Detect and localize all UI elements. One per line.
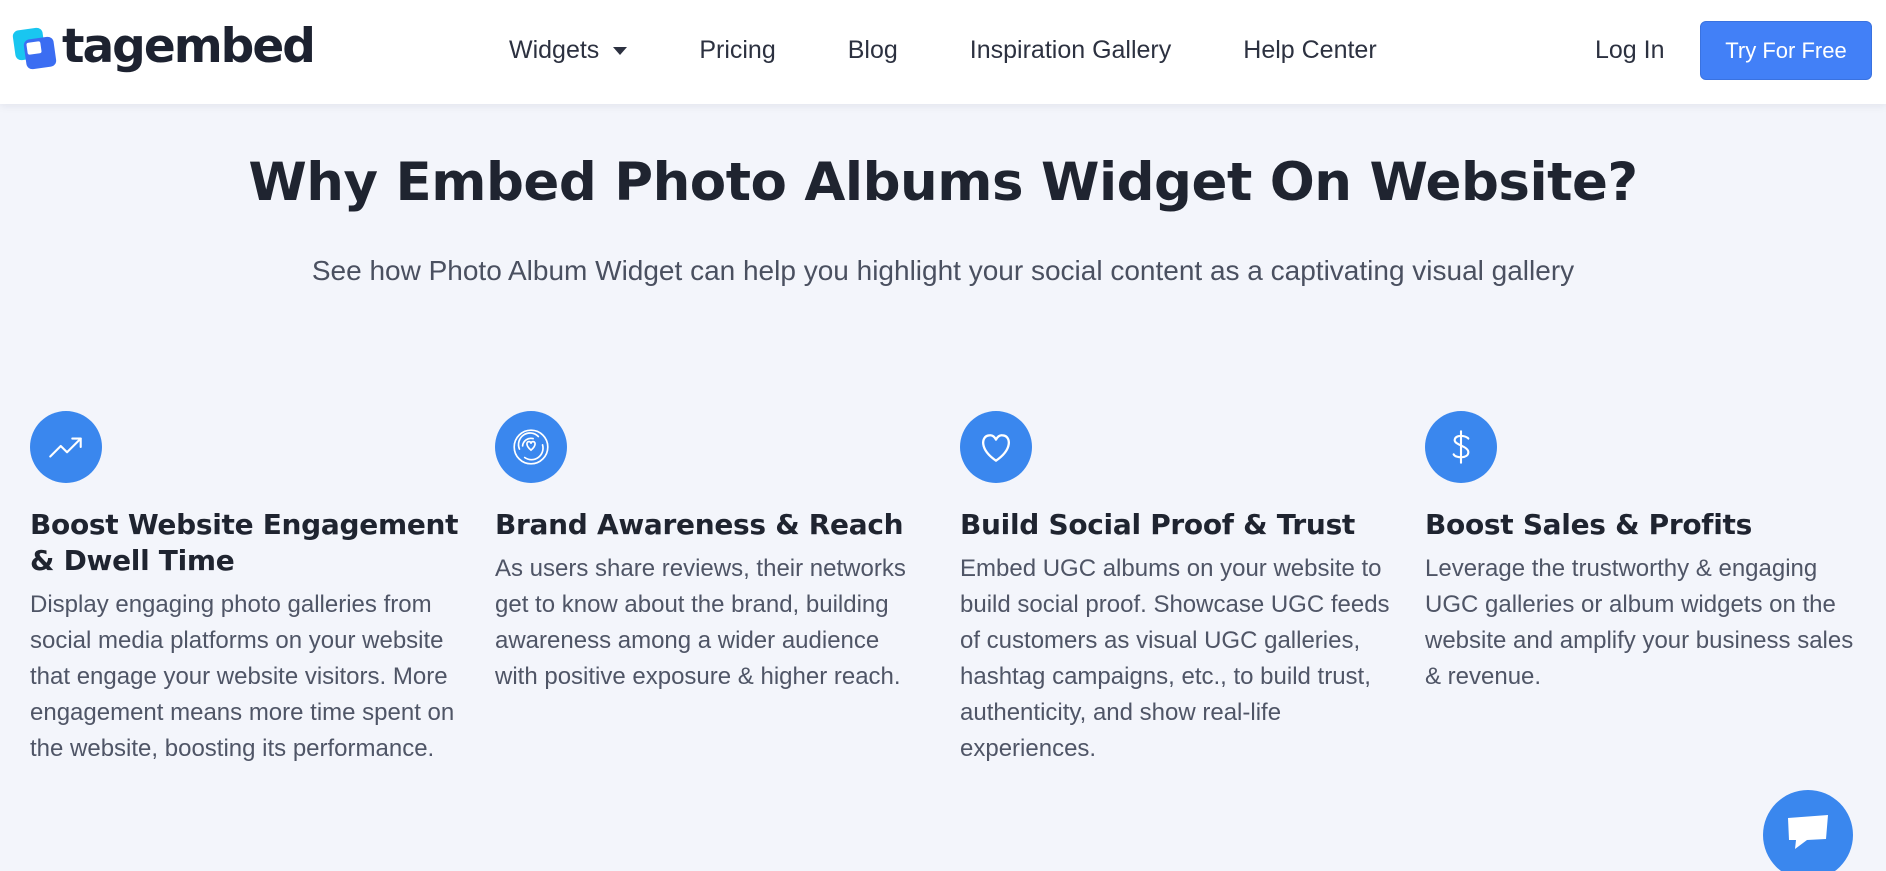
try-for-free-button[interactable]: Try For Free [1700,21,1872,80]
login-link[interactable]: Log In [1595,32,1665,68]
chat-widget-button[interactable] [1763,790,1853,871]
nav-item-widgets[interactable]: Widgets [509,32,628,68]
main-nav: Widgets Pricing Blog Inspiration Gallery… [509,32,1377,68]
page-subtitle: See how Photo Album Widget can help you … [311,255,1575,286]
feature-description: Embed UGC albums on your website to buil… [960,555,1390,762]
brand-name: tagembed [62,19,316,74]
chat-bubble-icon [1788,815,1828,849]
nav-item-label: Inspiration Gallery [969,36,1172,64]
site-header: tagembed Widgets Pricing Blog Inspiratio… [0,0,1886,104]
tagembed-logo-icon [12,27,57,70]
nav-item-inspiration-gallery[interactable]: Inspiration Gallery [970,32,1171,68]
nav-item-help-center[interactable]: Help Center [1243,32,1376,68]
feature-title: Build Social Proof & Trust [960,508,1356,541]
page-title: Why Embed Photo Albums Widget On Website… [248,152,1638,213]
feature-card-sales: Boost Sales & Profits Leverage the trust… [1425,411,1855,695]
nav-item-label: Pricing [699,36,776,64]
heart-target-icon [495,411,567,483]
nav-item-pricing[interactable]: Pricing [699,32,775,68]
nav-item-blog[interactable]: Blog [848,32,898,68]
nav-item-label: Help Center [1243,36,1377,64]
feature-title: Boost Sales & Profits [1425,508,1752,541]
dollar-icon [1425,411,1497,483]
feature-description: Display engaging photo galleries from so… [30,591,455,762]
chevron-down-icon [613,47,628,55]
nav-item-label: Widgets [509,36,600,64]
trending-up-icon [30,411,102,483]
feature-description: Leverage the trustworthy & engaging UGC … [1425,555,1854,690]
brand-logo[interactable]: tagembed [12,19,316,74]
heart-icon [960,411,1032,483]
feature-card-engagement: Boost Website Engagement & Dwell Time Di… [30,411,460,767]
nav-item-label: Blog [847,36,898,64]
feature-card-social-proof: Build Social Proof & Trust Embed UGC alb… [960,411,1390,767]
feature-title: Boost Website Engagement & Dwell Time [30,508,459,577]
feature-description: As users share reviews, their networks g… [495,555,906,690]
feature-card-brand-awareness: Brand Awareness & Reach As users share r… [495,411,925,695]
feature-title: Brand Awareness & Reach [495,508,904,541]
